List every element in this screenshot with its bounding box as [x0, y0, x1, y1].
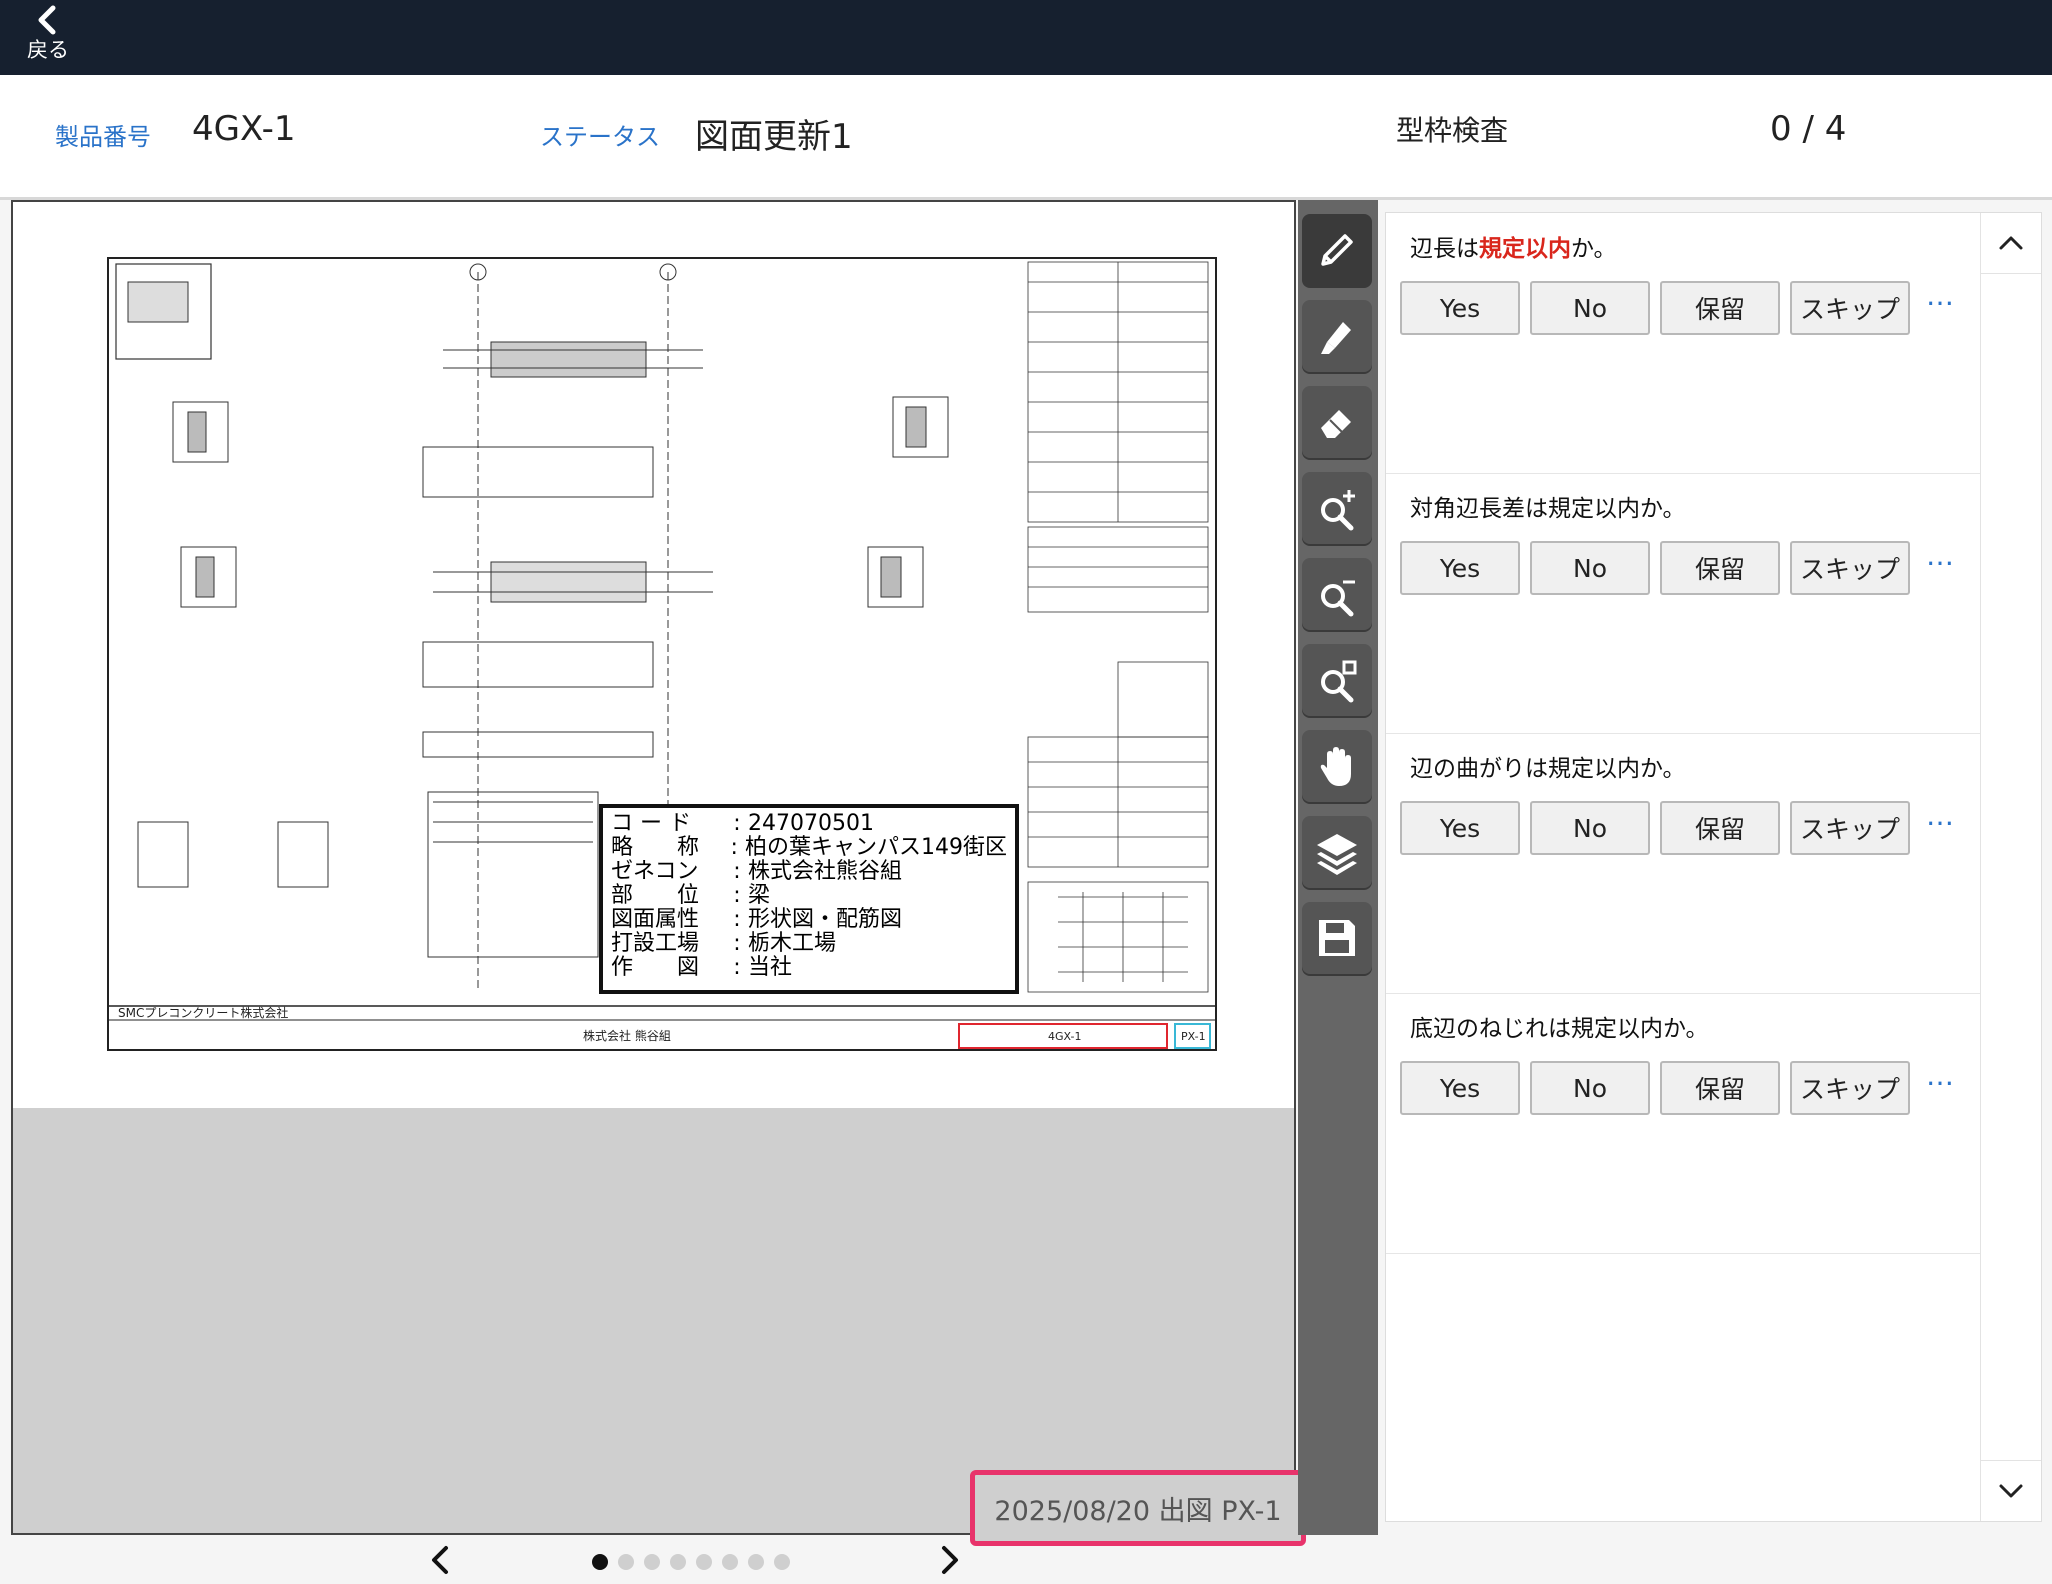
page-dot[interactable]	[592, 1554, 608, 1570]
eraser-icon	[1321, 410, 1351, 438]
scroll-up-button[interactable]	[1981, 213, 2041, 274]
hold-button[interactable]: 保留	[1660, 801, 1780, 855]
status-value: 図面更新1	[695, 117, 853, 157]
zoom-fit-icon	[1321, 660, 1357, 703]
highlighter-tool[interactable]	[1302, 300, 1372, 372]
yes-button[interactable]: Yes	[1400, 1061, 1520, 1115]
hold-button[interactable]: 保留	[1660, 541, 1780, 595]
info-row: 作 図: 当社	[611, 955, 793, 980]
chevron-up-icon	[1999, 236, 2023, 250]
hand-tool[interactable]	[1302, 730, 1372, 802]
product-number-label: 製品番号	[55, 123, 151, 151]
checklist-question: 対角辺長差は規定以内か。	[1410, 496, 1686, 522]
page-dot[interactable]	[618, 1554, 634, 1570]
skip-button[interactable]: スキップ	[1790, 541, 1910, 595]
drawing-viewer[interactable]: SMCプレコンクリート株式会社 株式会社 熊谷組 4GX-1 PX-1 コ ー …	[11, 200, 1296, 1535]
no-button[interactable]: No	[1530, 801, 1650, 855]
checklist-item: 辺長は規定以内か。 Yes No 保留 スキップ …	[1386, 213, 1981, 474]
page-dot[interactable]	[696, 1554, 712, 1570]
info-row: 略 称: 柏の葉キャンパス149街区	[611, 835, 1007, 860]
hand-icon	[1320, 747, 1351, 786]
issue-date-label: 2025/08/20 出図 PX-1	[970, 1470, 1306, 1546]
yes-button[interactable]: Yes	[1400, 281, 1520, 335]
company-stamp: SMCプレコンクリート株式会社	[118, 1005, 288, 1020]
info-row: 打設工場: 栃木工場	[611, 931, 837, 956]
zoom-in-tool[interactable]	[1302, 472, 1372, 544]
save-tool[interactable]	[1302, 902, 1372, 974]
back-label: 戻る	[27, 38, 69, 62]
zoom-out-icon	[1321, 580, 1355, 617]
hold-button[interactable]: 保留	[1660, 281, 1780, 335]
eraser-tool[interactable]	[1302, 386, 1372, 458]
checklist-scrollbar[interactable]	[1980, 213, 2041, 1521]
no-button[interactable]: No	[1530, 541, 1650, 595]
zoom-in-icon	[1321, 490, 1355, 531]
layers-tool[interactable]	[1302, 816, 1372, 888]
info-row: 部 位:梁	[611, 883, 771, 908]
no-button[interactable]: No	[1530, 1061, 1650, 1115]
info-row: コ ー ド:247070501	[611, 811, 874, 836]
annotation-toolbar	[1298, 200, 1378, 1535]
page-dot[interactable]	[722, 1554, 738, 1570]
no-button[interactable]: No	[1530, 281, 1650, 335]
checklist-question: 辺の曲がりは規定以内か。	[1410, 756, 1686, 782]
pencil-tool[interactable]	[1302, 214, 1372, 286]
layers-icon	[1317, 834, 1357, 875]
inspection-label: 型枠検査	[1396, 114, 1509, 147]
zoom-fit-tool[interactable]	[1302, 644, 1372, 716]
back-button[interactable]: 戻る	[20, 4, 76, 70]
chevron-right-icon	[942, 1546, 958, 1574]
checklist-panel: 辺長は規定以内か。 Yes No 保留 スキップ … 対角辺長差は規定以内か。 …	[1385, 212, 2042, 1522]
scroll-down-button[interactable]	[1981, 1460, 2041, 1521]
status-label: ステータス	[540, 123, 660, 151]
chevron-down-icon	[1999, 1484, 2023, 1498]
info-bar: 製品番号 4GX-1 ステータス 図面更新1 型枠検査 0 / 4	[0, 75, 2052, 200]
sheet-number: PX-1	[1181, 1030, 1206, 1043]
checklist-question: 底辺のねじれは規定以内か。	[1410, 1016, 1709, 1042]
contractor-stamp: 株式会社 熊谷組	[583, 1028, 671, 1043]
info-row: ゼネコン: 株式会社熊谷組	[611, 859, 903, 884]
checklist-item: 辺の曲がりは規定以内か。 Yes No 保留 スキップ …	[1386, 733, 1981, 994]
checklist-item: 対角辺長差は規定以内か。 Yes No 保留 スキップ …	[1386, 473, 1981, 734]
highlighter-icon	[1321, 322, 1351, 354]
page-dot[interactable]	[644, 1554, 660, 1570]
drawing-page: SMCプレコンクリート株式会社 株式会社 熊谷組 4GX-1 PX-1 コ ー …	[13, 202, 1294, 1108]
drawing-info-box: コ ー ド:247070501 略 称: 柏の葉キャンパス149街区 ゼネコン: 株…	[599, 804, 1019, 994]
info-row: 図面属性: 形状図・配筋図	[611, 907, 903, 932]
product-number-value: 4GX-1	[192, 109, 296, 149]
hold-button[interactable]: 保留	[1660, 1061, 1780, 1115]
skip-button[interactable]: スキップ	[1790, 801, 1910, 855]
page-dot[interactable]	[748, 1554, 764, 1570]
skip-button[interactable]: スキップ	[1790, 1061, 1910, 1115]
next-page-button[interactable]	[930, 1540, 970, 1580]
page-indicator	[592, 1554, 790, 1570]
chevron-left-icon	[38, 5, 56, 35]
page-dot[interactable]	[774, 1554, 790, 1570]
more-options-button[interactable]: …	[1926, 539, 1956, 572]
more-options-button[interactable]: …	[1926, 1059, 1956, 1092]
chevron-left-icon	[432, 1546, 448, 1574]
drawing-number: 4GX-1	[1048, 1030, 1081, 1043]
skip-button[interactable]: スキップ	[1790, 281, 1910, 335]
more-options-button[interactable]: …	[1926, 279, 1956, 312]
save-icon	[1319, 920, 1355, 956]
zoom-out-tool[interactable]	[1302, 558, 1372, 630]
inspection-progress: 0 / 4	[1770, 109, 1847, 149]
page-dot[interactable]	[670, 1554, 686, 1570]
yes-button[interactable]: Yes	[1400, 541, 1520, 595]
checklist-question: 辺長は規定以内か。	[1410, 236, 1617, 262]
pencil-icon	[1321, 234, 1353, 266]
top-bar: 戻る	[0, 0, 2052, 75]
yes-button[interactable]: Yes	[1400, 801, 1520, 855]
checklist-item: 底辺のねじれは規定以内か。 Yes No 保留 スキップ …	[1386, 993, 1981, 1254]
previous-page-button[interactable]	[420, 1540, 460, 1580]
more-options-button[interactable]: …	[1926, 799, 1956, 832]
